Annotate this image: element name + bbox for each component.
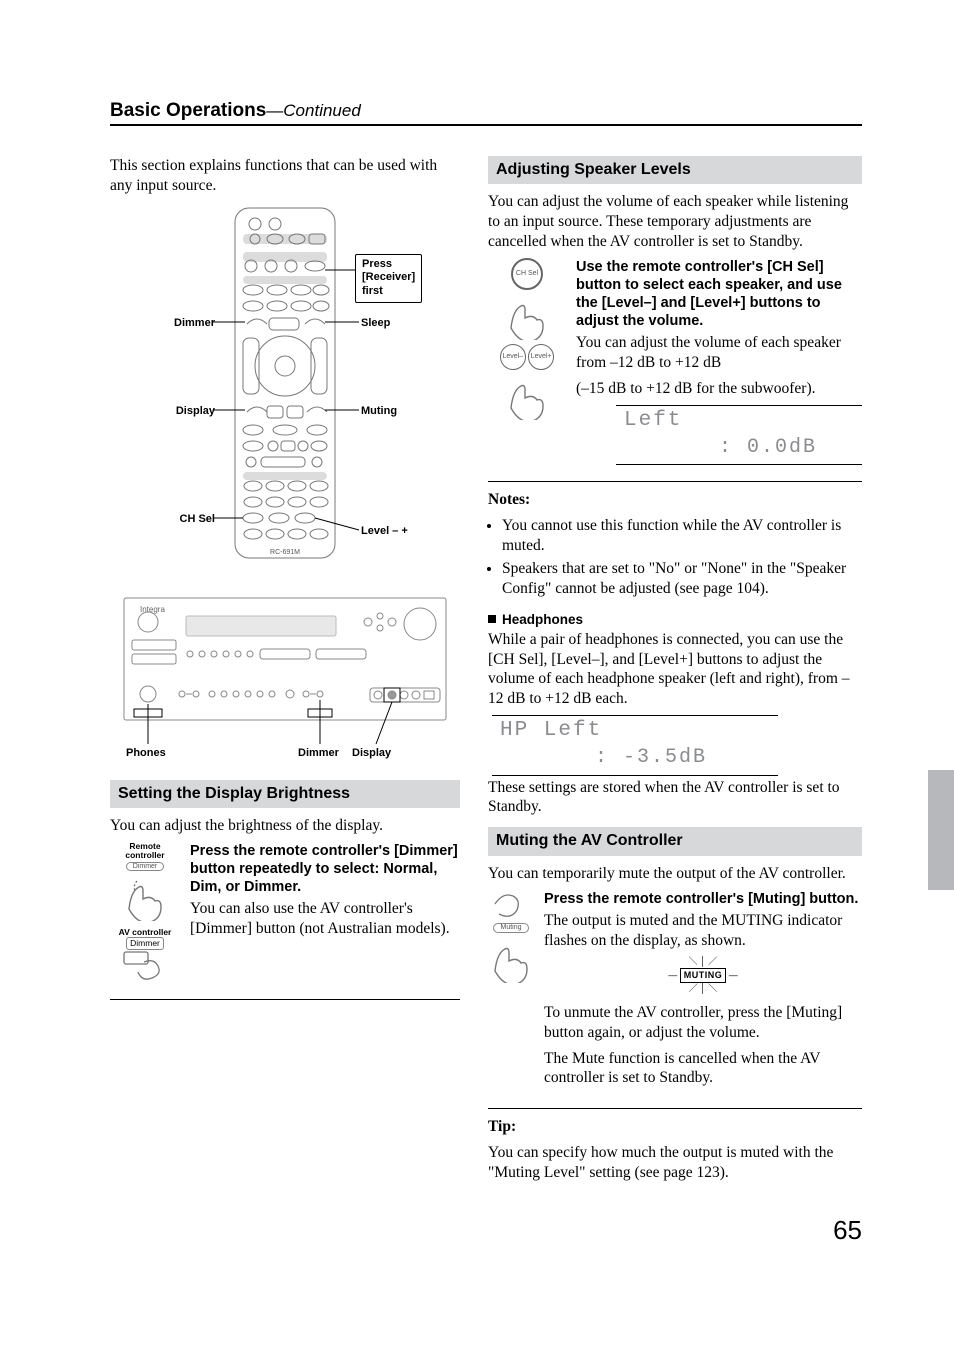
level-minus-button-icon: Level– (500, 344, 526, 370)
muting-pill-icon: Muting (493, 923, 528, 933)
sect1-lead: You can adjust the brightness of the dis… (110, 816, 460, 836)
brightness-instruction-bold: Press the remote controller's [Dimmer] b… (190, 842, 460, 896)
lcd-display-left: Left : 0.0dB (616, 405, 862, 465)
panel-brand: Integra (140, 605, 165, 614)
right-column: Adjusting Speaker Levels You can adjust … (488, 156, 862, 1189)
levels-instruction-2: (–15 dB to +12 dB for the subwoofer). (576, 379, 862, 399)
muting-instruction-rest: The output is muted and the MUTING indic… (544, 911, 862, 951)
label-dimmer: Dimmer (174, 316, 215, 330)
intro-text: This section explains functions that can… (110, 156, 460, 196)
page-number: 65 (110, 1215, 862, 1246)
label-display: Display (176, 404, 215, 418)
levels-icons: CH Sel Level– Level+ (488, 258, 566, 423)
press-hand-icon (489, 933, 533, 983)
hp-lcd-line2: : -3.5dB (500, 745, 770, 771)
note-2: Speakers that are set to "No" or "None" … (502, 559, 862, 599)
sect2-lead: You can adjust the volume of each speake… (488, 192, 862, 251)
headphones-para: While a pair of headphones is connected,… (488, 630, 862, 709)
brightness-step: Remote controller Dimmer AV controller D… (110, 842, 460, 1000)
muting-indicator: ＼ │ ／ — MUTING — ／ │ ＼ (663, 956, 743, 995)
av-dimmer-button-icon: Dimmer (126, 937, 164, 950)
label-level: Level – + (361, 524, 408, 538)
brightness-text: Press the remote controller's [Dimmer] b… (190, 842, 460, 945)
rc-dimmer-button-icon: Dimmer (126, 862, 165, 872)
label-chsel: CH Sel (180, 512, 215, 526)
panel-svg: Integra (120, 594, 450, 764)
front-panel-figure: Integra Phones Dimmer Display (120, 594, 450, 764)
section-title-muting: Muting the AV Controller (488, 827, 862, 855)
levels-step: CH Sel Level– Level+ Use the remote cont… (488, 258, 862, 482)
headphones-subhead: Headphones (488, 611, 862, 628)
levels-text: Use the remote controller's [CH Sel] but… (576, 258, 862, 467)
label-sleep: Sleep (361, 316, 390, 330)
tip-body: You can specify how much the output is m… (488, 1143, 862, 1183)
rc-label: Remote controller (110, 842, 180, 861)
panel-label-phones: Phones (126, 746, 166, 760)
section-title-levels: Adjusting Speaker Levels (488, 156, 862, 184)
section-title-brightness: Setting the Display Brightness (110, 780, 460, 808)
remote-controller-figure: RC-691M Press[Receiver]first Dimmer Slee… (159, 206, 411, 578)
note-1: You cannot use this function while the A… (502, 516, 862, 556)
muting-button-icon (491, 890, 531, 920)
headphones-tail: These settings are stored when the AV co… (488, 778, 862, 818)
chsel-button-icon: CH Sel (511, 258, 543, 290)
headphones-title: Headphones (502, 612, 583, 627)
press-hand-panel-icon (122, 950, 168, 982)
chapter-title: Basic Operations (110, 100, 266, 121)
muting-step: Muting Press the remote controller's [Mu… (488, 890, 862, 1110)
levels-instruction-1: You can adjust the volume of each speake… (576, 333, 862, 373)
brightness-icons: Remote controller Dimmer AV controller D… (110, 842, 180, 985)
sect3-lead: You can temporarily mute the output of t… (488, 864, 862, 884)
section-tab (928, 770, 954, 890)
remote-model: RC-691M (270, 549, 300, 556)
chapter-continued: —Continued (266, 101, 361, 120)
panel-label-display: Display (352, 746, 391, 760)
muting-text: Press the remote controller's [Muting] b… (544, 890, 862, 1095)
level-plus-button-icon: Level+ (528, 344, 554, 370)
notes-heading: Notes: (488, 490, 862, 510)
brightness-instruction-rest: You can also use the AV controller's [Di… (190, 899, 460, 939)
notes-list: You cannot use this function while the A… (488, 516, 862, 598)
press-hand-icon (505, 290, 549, 340)
press-hand-icon (123, 871, 167, 921)
press-hand-icon (505, 370, 549, 420)
chapter-heading: Basic Operations—Continued (110, 100, 862, 126)
muting-tail2: The Mute function is cancelled when the … (544, 1049, 862, 1089)
muting-tail1: To unmute the AV controller, press the [… (544, 1003, 862, 1043)
panel-label-dimmer: Dimmer (298, 746, 339, 760)
lcd-display-hp: HP Left : -3.5dB (492, 715, 778, 775)
tip-heading: Tip: (488, 1117, 862, 1137)
label-muting: Muting (361, 404, 397, 418)
left-column: This section explains functions that can… (110, 156, 460, 1000)
muting-icons: Muting (488, 890, 534, 985)
av-label: AV controller (110, 928, 180, 937)
muting-indicator-text: MUTING (680, 968, 727, 984)
page: Basic Operations—Continued This section … (0, 0, 954, 1306)
levels-instruction-bold: Use the remote controller's [CH Sel] but… (576, 258, 862, 331)
lcd-line1: Left (624, 408, 854, 435)
press-receiver-callout: Press[Receiver]first (355, 254, 422, 303)
hp-lcd-line1: HP Left (500, 718, 770, 745)
lcd-line2: : 0.0dB (624, 435, 854, 461)
muting-instruction-bold: Press the remote controller's [Muting] b… (544, 890, 862, 908)
